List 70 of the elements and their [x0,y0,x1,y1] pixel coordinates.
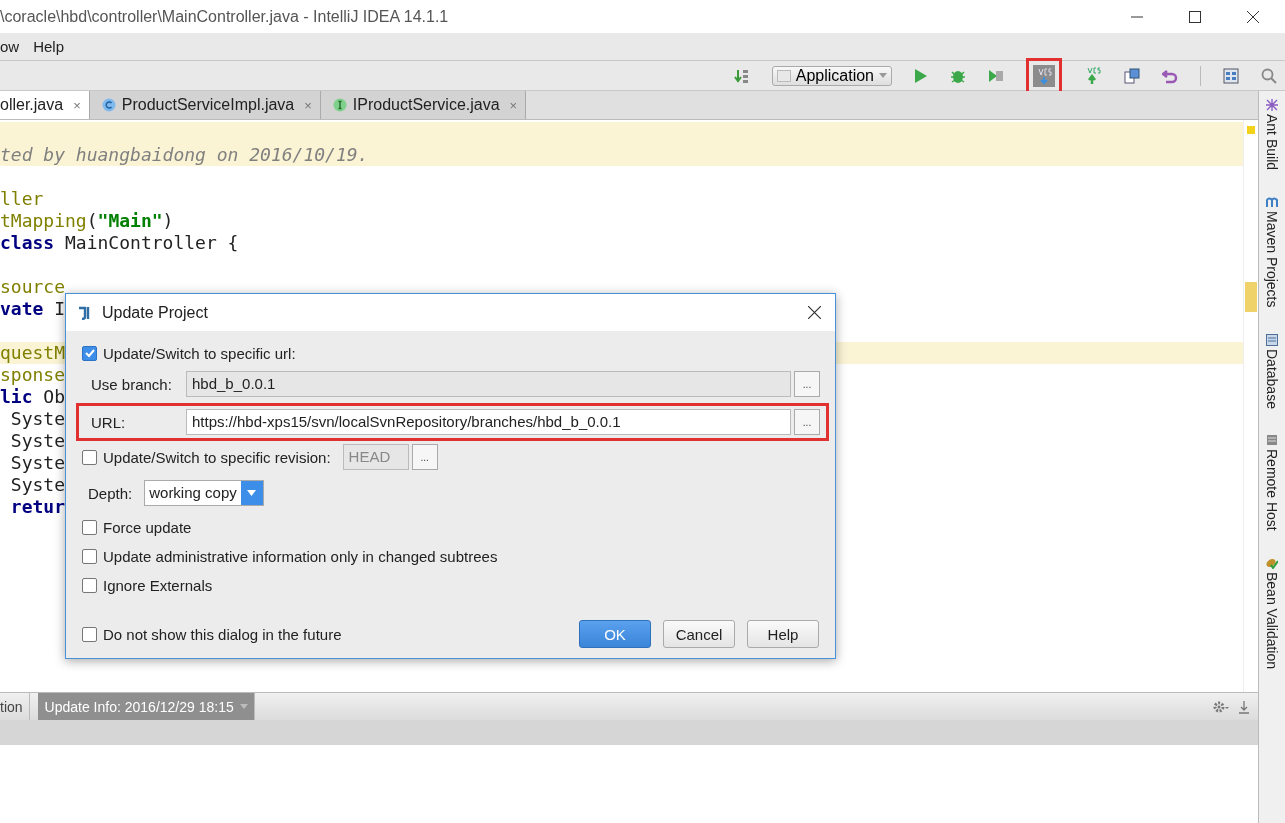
ant-icon [1266,99,1278,111]
url-checkbox[interactable]: Update/Switch to specific url: [82,341,819,365]
depth-dropdown[interactable]: working copy [144,480,264,506]
code-line: Syste [9,474,66,495]
code-line: Syste [9,430,66,451]
class-icon [101,98,116,112]
code-line: tMapping("Main") [0,210,174,231]
browse-button[interactable]: ... [794,371,820,397]
field-label: Use branch: [91,375,173,393]
code-line: class MainController { [0,232,239,253]
menu-item[interactable]: ow [0,38,20,55]
code-line: Syste [9,452,66,473]
server-icon [1266,434,1278,447]
browse-button[interactable]: ... [411,444,438,470]
code-line: ted by huangbaidong on 2016/10/19. [0,144,369,165]
depth-label: Depth: [88,484,133,502]
tool-window-button[interactable]: Database [1264,333,1280,409]
editor-tab[interactable]: IProductService.java × [320,91,527,119]
caret-icon [239,704,248,709]
structure-icon[interactable] [1223,67,1239,84]
database-icon [1266,333,1278,346]
menu-item[interactable]: Help [33,38,65,55]
dialog-button[interactable]: Help [747,620,819,648]
sort-icon[interactable] [733,67,750,84]
undo-icon[interactable] [1162,67,1178,84]
bean-check-icon [1266,557,1278,570]
url-field[interactable]: https://hbd-xps15/svn/localSvnRepository/branches/hbd_b_0.0.1 [186,409,791,435]
code-line: sponse [0,364,66,385]
run-icon[interactable] [914,67,928,84]
option-checkbox[interactable]: Force update [82,513,819,542]
close-icon[interactable] [1247,10,1259,23]
maven-icon [1266,196,1278,209]
option-checkbox[interactable]: Update administrative information only in changed subtrees [82,542,819,571]
field-label: URL: [91,413,127,431]
editor-tab[interactable]: oller.java × [0,91,90,119]
pin-icon[interactable] [1238,699,1250,714]
tool-window-button[interactable]: Maven Projects [1264,196,1280,308]
code-line: source [0,276,66,297]
tool-window-button[interactable]: Remote Host [1264,434,1280,532]
branch-field[interactable]: hbd_b_0.0.1 [186,371,791,397]
dont-show-checkbox[interactable]: Do not show this dialog in the future [82,622,342,646]
code-line: questM [0,342,66,363]
code-line: vate I [0,298,66,319]
option-checkbox[interactable]: Ignore Externals [82,571,819,600]
caret-icon [879,73,887,78]
coverage-icon[interactable] [988,67,1004,84]
vcs-commit-icon[interactable] [1084,66,1102,85]
editor-tab[interactable]: ProductServiceImpl.java × [89,91,321,119]
close-icon[interactable] [808,306,821,319]
search-icon[interactable] [1261,67,1277,84]
settings-icon[interactable] [1212,699,1230,714]
vcs-update-icon[interactable] [1033,64,1055,87]
code-line: retur [9,496,66,517]
interface-icon [332,98,347,112]
code-line: ller [0,188,44,209]
tool-window-button[interactable]: Ant Build [1264,99,1280,171]
folder-icon [776,69,791,82]
caret-icon [247,490,257,496]
check-icon [83,347,96,359]
tool-window-button[interactable]: Bean Validation [1264,557,1280,670]
code-line: Syste [9,408,66,429]
dialog-title: Update Project [102,303,208,322]
dialog-button[interactable]: Cancel [663,620,735,648]
window-title: \coracle\hbd\controller\MainController.java - IntelliJ IDEA 14.1.1 [0,7,449,26]
revision-checkbox[interactable]: Update/Switch to specific revision: [82,445,331,469]
maximize-icon[interactable] [1189,10,1201,23]
code-line: lic Ob [0,386,66,407]
browse-button[interactable]: ... [794,409,820,435]
compare-icon[interactable] [1124,67,1140,84]
run-configuration-dropdown[interactable]: Application [771,65,892,86]
